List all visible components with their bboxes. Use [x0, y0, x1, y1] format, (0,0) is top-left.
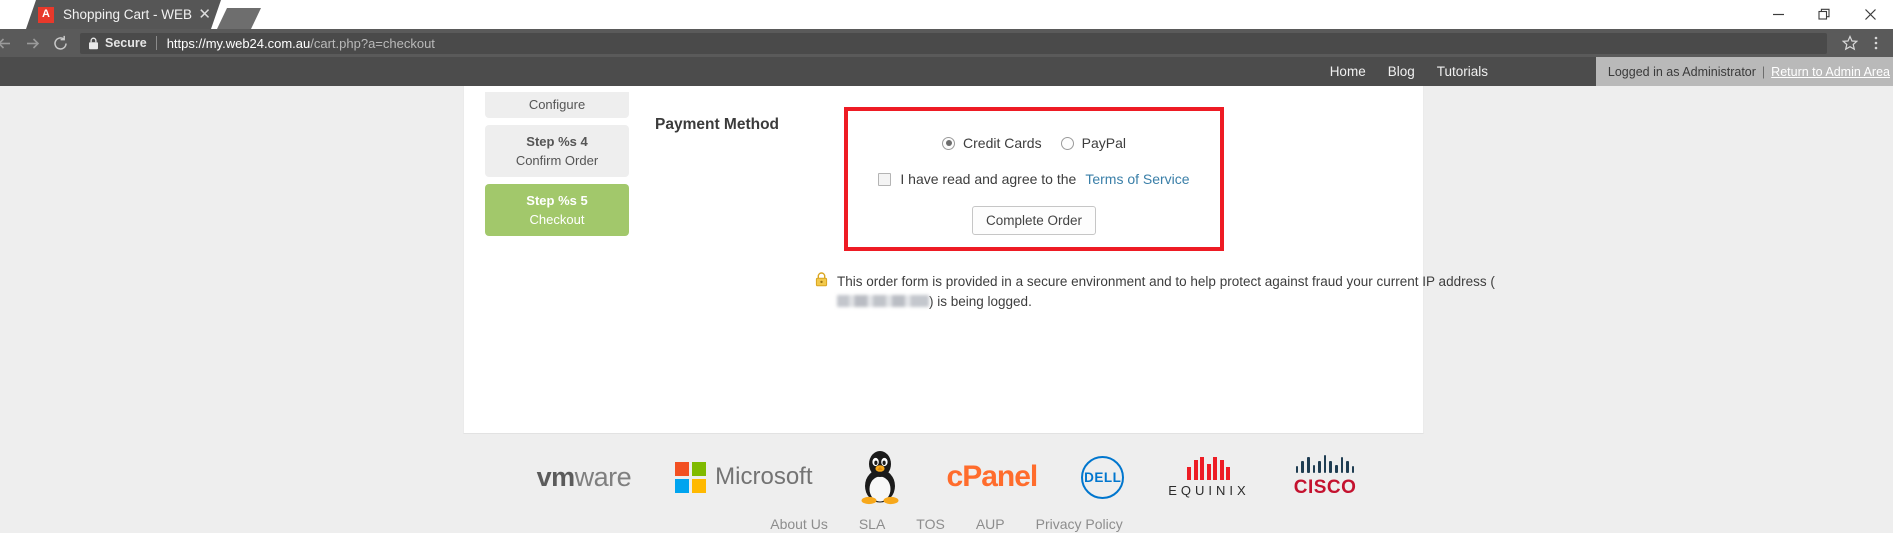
forward-arrow-icon[interactable] — [18, 29, 46, 57]
page-body: Configure Step %s 4 Confirm Order Step %… — [0, 86, 1893, 533]
secure-notice-text: This order form is provided in a secure … — [837, 272, 1575, 312]
label-credit-cards: Credit Cards — [963, 135, 1042, 151]
browser-toolbar: Secure https://my.web24.com.au/cart.php?… — [0, 29, 1893, 57]
step-item-confirm-order[interactable]: Step %s 4 Confirm Order — [485, 125, 629, 177]
vmware-logo-text-b: ware — [574, 461, 632, 492]
step-label-confirm-order: Confirm Order — [515, 153, 599, 168]
step-label-checkout: Checkout — [529, 212, 585, 227]
footer-link-tos[interactable]: TOS — [916, 516, 945, 532]
nav-link-tutorials[interactable]: Tutorials — [1426, 64, 1499, 79]
microsoft-logo-text: Microsoft — [715, 463, 813, 490]
back-arrow-icon[interactable] — [0, 29, 18, 57]
payment-method-highlight-box: Credit Cards PayPal I have read and agre… — [844, 107, 1224, 251]
footer-link-aup[interactable]: AUP — [976, 516, 1005, 532]
cisco-logo-text: CISCO — [1293, 477, 1357, 498]
secure-notice-line1: This order form is provided in a secure … — [837, 274, 1487, 289]
secure-notice-suffix: ) is being logged. — [929, 293, 1032, 309]
redacted-ip-address — [837, 294, 929, 307]
dell-logo-circle: DELL — [1081, 455, 1125, 499]
terms-agreement-row: I have read and agree to the Terms of Se… — [878, 171, 1190, 187]
close-window-icon[interactable] — [1847, 0, 1893, 29]
page-viewport: Home Blog Tutorials Logged in as Adminis… — [0, 57, 1893, 533]
label-paypal: PayPal — [1081, 135, 1126, 151]
cisco-logo-mark — [1295, 455, 1355, 473]
footer-link-sla[interactable]: SLA — [859, 516, 885, 532]
footer-link-about-us[interactable]: About Us — [770, 516, 828, 532]
step-label-configure: Configure — [528, 97, 586, 112]
tab-close-icon[interactable]: ✕ — [198, 7, 211, 22]
step-number-confirm-order: Step %s 4 — [526, 134, 588, 149]
equinix-logo-mark — [1187, 456, 1231, 480]
equinix-logo-text: EQUINIX — [1168, 482, 1250, 498]
admin-bar-separator: | — [1761, 64, 1766, 79]
checkout-content-card: Configure Step %s 4 Confirm Order Step %… — [463, 86, 1495, 434]
step-item-configure[interactable]: Configure — [485, 92, 629, 118]
overflow-menu-icon[interactable] — [1863, 30, 1889, 56]
site-main-nav: Home Blog Tutorials — [1319, 64, 1499, 79]
address-bar-divider — [155, 36, 157, 50]
url-path: /cart.php?a=checkout — [310, 35, 435, 51]
step-number-checkout: Step %s 5 — [526, 193, 588, 208]
payment-option-credit-cards[interactable]: Credit Cards — [942, 135, 1042, 151]
new-tab-button[interactable] — [217, 8, 261, 29]
tab-title: Shopping Cart - WEB24 — [63, 7, 193, 22]
browser-tab-shopping-cart[interactable]: A Shopping Cart - WEB24 ✕ — [26, 0, 221, 29]
linux-tux-logo — [857, 449, 903, 505]
window-controls — [1755, 0, 1893, 29]
partner-logos-row: vm ware Microsoft cPanel DELL EQUINIX CI… — [0, 434, 1893, 520]
bookmark-star-icon[interactable] — [1837, 30, 1863, 56]
tab-strip-empty-area — [261, 0, 1893, 29]
step-item-checkout[interactable]: Step %s 5 Checkout — [485, 184, 629, 236]
tab-favicon-icon: A — [38, 7, 54, 23]
complete-order-button[interactable]: Complete Order — [971, 206, 1097, 235]
vmware-logo-text-a: vm — [536, 461, 576, 492]
dell-logo: DELL — [1081, 455, 1125, 499]
secure-environment-notice: This order form is provided in a secure … — [815, 272, 1575, 312]
return-to-admin-area-link[interactable]: Return to Admin Area — [1771, 65, 1890, 79]
vmware-logo: vm ware — [537, 462, 632, 493]
dell-logo-text: DELL — [1084, 469, 1122, 485]
checkout-steps-sidebar: Configure Step %s 4 Confirm Order Step %… — [464, 86, 629, 243]
secure-lock-icon — [88, 37, 99, 50]
padlock-icon — [815, 272, 828, 292]
microsoft-logo: Microsoft — [675, 461, 813, 493]
minimize-icon[interactable] — [1755, 0, 1801, 29]
footer-links: About Us SLA TOS AUP Privacy Policy — [0, 516, 1893, 532]
cpanel-logo-text: cPanel — [946, 460, 1039, 493]
checkout-layout: Configure Step %s 4 Confirm Order Step %… — [464, 86, 1495, 309]
admin-status-bar: Logged in as Administrator | Return to A… — [1595, 57, 1893, 86]
terms-of-service-link[interactable]: Terms of Service — [1085, 171, 1189, 187]
site-top-navigation-bar: Home Blog Tutorials Logged in as Adminis… — [0, 57, 1893, 86]
footer-link-privacy-policy[interactable]: Privacy Policy — [1036, 516, 1123, 532]
nav-link-home[interactable]: Home — [1319, 64, 1377, 79]
payment-options-group: Credit Cards PayPal — [942, 135, 1126, 151]
payment-column: Payment Method Credit Cards PayPal I hav… — [629, 86, 1495, 309]
site-footer: vm ware Microsoft cPanel DELL EQUINIX CI… — [0, 434, 1893, 533]
nav-link-blog[interactable]: Blog — [1377, 64, 1426, 79]
url-host: https://my.web24.com.au — [166, 35, 311, 51]
browser-window: A Shopping Cart - WEB24 ✕ — [0, 0, 1893, 533]
equinix-logo: EQUINIX — [1168, 456, 1250, 498]
tab-favicon-glyph: A — [42, 8, 50, 20]
radio-credit-cards[interactable] — [942, 136, 956, 150]
address-bar[interactable]: Secure https://my.web24.com.au/cart.php?… — [80, 32, 1827, 54]
admin-logged-in-label: Logged in as Administrator — [1607, 64, 1756, 79]
secure-notice-prefix: ( — [1490, 274, 1495, 289]
tab-strip: A Shopping Cart - WEB24 ✕ — [0, 0, 1893, 29]
radio-paypal[interactable] — [1060, 136, 1074, 150]
tab-strip-left-stub — [0, 0, 26, 29]
address-bar-url: https://my.web24.com.au/cart.php?a=check… — [167, 36, 435, 51]
maximize-restore-icon[interactable] — [1801, 0, 1847, 29]
payment-option-paypal[interactable]: PayPal — [1060, 135, 1126, 151]
cpanel-logo: cPanel — [946, 460, 1039, 494]
cisco-logo: CISCO — [1294, 455, 1357, 499]
secure-label: Secure — [105, 36, 147, 50]
microsoft-logo-mark — [675, 461, 707, 493]
terms-checkbox[interactable] — [878, 172, 892, 186]
terms-text: I have read and agree to the — [900, 171, 1077, 187]
reload-icon[interactable] — [46, 29, 74, 57]
